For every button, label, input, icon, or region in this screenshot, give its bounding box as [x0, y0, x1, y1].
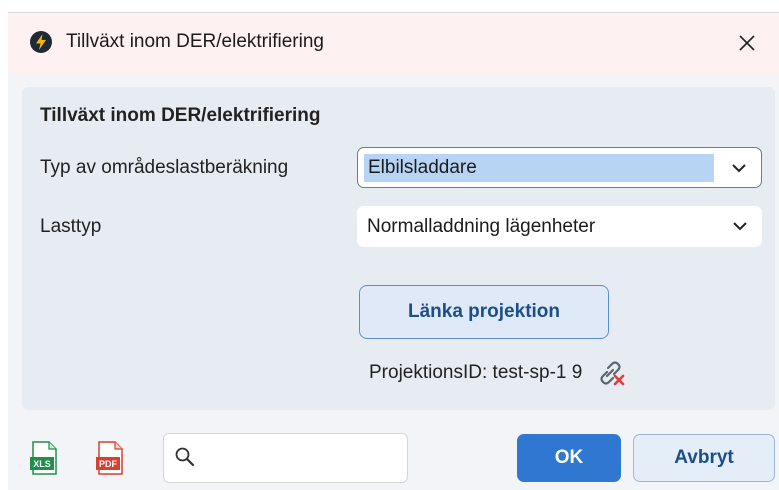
title-bar: Tillväxt inom DER/elektrifiering	[8, 13, 779, 73]
search-input[interactable]	[204, 434, 403, 484]
chevron-down-icon	[733, 222, 747, 231]
svg-text:XLS: XLS	[33, 459, 51, 469]
search-field[interactable]	[163, 433, 408, 484]
projection-id-text: ProjektionsID: test-sp-1 9	[369, 362, 583, 383]
calc-type-label: Typ av områdeslastberäkning	[40, 157, 289, 178]
load-type-value: Normalladdning lägenheter	[367, 215, 596, 237]
settings-panel: Tillväxt inom DER/elektrifiering Typ av …	[22, 87, 775, 410]
load-type-select[interactable]: Normalladdning lägenheter	[357, 206, 762, 247]
search-icon	[175, 447, 195, 467]
load-type-label: Lasttyp	[40, 216, 102, 237]
excel-file-icon[interactable]: XLS	[30, 441, 58, 475]
chevron-down-icon	[732, 164, 746, 173]
unlink-icon[interactable]	[596, 359, 626, 387]
pdf-file-icon[interactable]: PDF	[96, 441, 124, 475]
cancel-button[interactable]: Avbryt	[633, 434, 775, 482]
link-projection-button[interactable]: Länka projektion	[359, 285, 609, 339]
projection-id-row: ProjektionsID: test-sp-1 9	[369, 359, 626, 387]
dialog-window: Tillväxt inom DER/elektrifiering Tillväx…	[8, 12, 779, 490]
calc-type-select[interactable]: Elbilsladdare	[357, 147, 762, 188]
ok-button[interactable]: OK	[517, 434, 621, 482]
close-icon	[739, 35, 755, 51]
panel-heading: Tillväxt inom DER/elektrifiering	[40, 105, 321, 126]
calc-type-value: Elbilsladdare	[364, 153, 714, 182]
window-title: Tillväxt inom DER/elektrifiering	[66, 31, 324, 52]
lightning-bolt-icon	[30, 31, 52, 53]
svg-text:PDF: PDF	[99, 459, 118, 469]
close-button[interactable]	[729, 25, 765, 61]
